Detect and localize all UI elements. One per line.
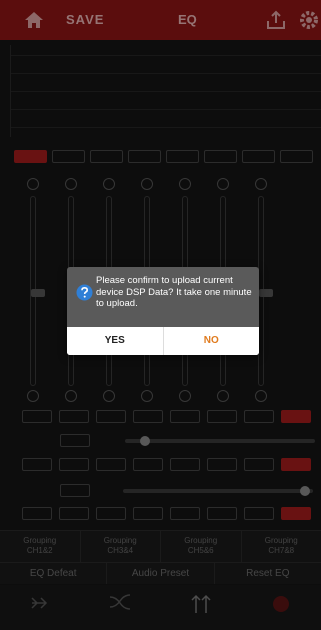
dialog-message: Please confirm to upload current device … bbox=[96, 275, 252, 309]
yes-button[interactable]: YES bbox=[67, 327, 164, 355]
upload-confirm-dialog: Please confirm to upload current device … bbox=[67, 267, 259, 355]
question-icon bbox=[76, 284, 93, 301]
no-button[interactable]: NO bbox=[163, 327, 259, 355]
dialog-buttons: YES NO bbox=[67, 327, 259, 355]
